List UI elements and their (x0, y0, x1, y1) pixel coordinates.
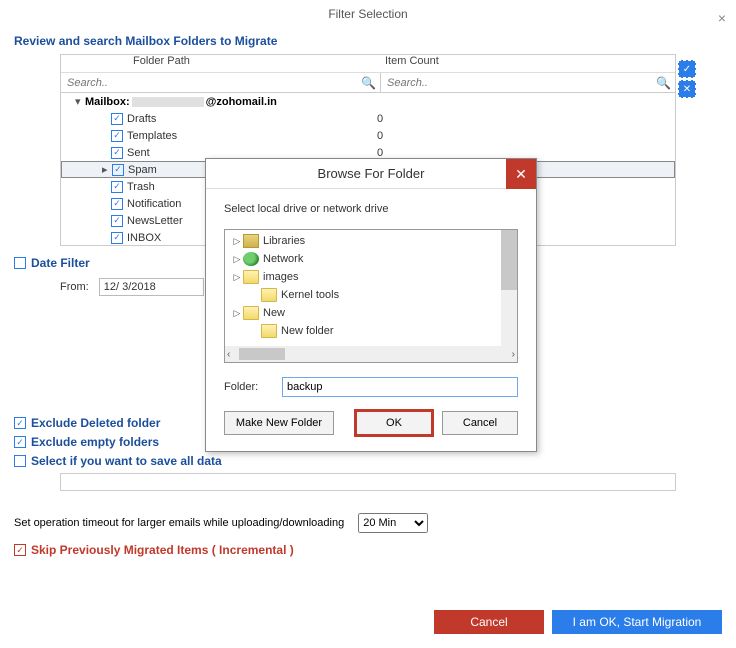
fld-icon (261, 324, 277, 338)
tree-node[interactable]: ▷ images (229, 268, 517, 286)
mailbox-root-row[interactable]: ▾ Mailbox: @zohomail.in (61, 93, 675, 110)
search-path-input[interactable] (65, 76, 361, 90)
window-titlebar: Filter Selection × (0, 0, 736, 28)
save-path-input[interactable] (60, 473, 676, 491)
timeout-label: Set operation timeout for larger emails … (14, 517, 344, 529)
folder-name-input[interactable] (282, 377, 518, 397)
folder-checkbox[interactable] (111, 215, 123, 227)
cancel-button[interactable]: Cancel (434, 610, 544, 634)
tree-vertical-scrollbar[interactable] (501, 230, 517, 348)
expand-icon[interactable]: ▷ (231, 254, 243, 265)
opt-save-all[interactable]: Select if you want to save all data (14, 454, 722, 468)
tree-node[interactable]: New folder (229, 322, 517, 340)
col-header-path: Folder Path (61, 55, 381, 72)
skip-row[interactable]: Skip Previously Migrated Items ( Increme… (14, 543, 722, 557)
tree-node[interactable]: Kernel tools (229, 286, 517, 304)
expand-icon[interactable]: ▷ (231, 272, 243, 283)
dialog-cancel-button[interactable]: Cancel (442, 411, 518, 435)
redacted-area (132, 97, 204, 107)
folder-count: 0 (377, 130, 383, 142)
folder-checkbox[interactable] (111, 181, 123, 193)
tree-node[interactable]: ▷ New (229, 304, 517, 322)
folder-row[interactable]: Templates0 (61, 127, 675, 144)
tree-node-label: Kernel tools (281, 289, 339, 301)
start-migration-button[interactable]: I am OK, Start Migration (552, 610, 722, 634)
deselect-all-button[interactable]: ✕ (678, 80, 696, 98)
folder-checkbox[interactable] (111, 232, 123, 244)
folder-name: Drafts (127, 113, 377, 125)
tree-node-label: Network (263, 253, 303, 265)
make-new-folder-button[interactable]: Make New Folder (224, 411, 334, 435)
select-all-button[interactable]: ✓ (678, 60, 696, 78)
mailbox-domain: @zohomail.in (206, 96, 277, 108)
fld-icon (243, 306, 259, 320)
window-title: Filter Selection (328, 7, 407, 21)
search-icon[interactable]: 🔍 (361, 76, 376, 90)
ok-button[interactable]: OK (356, 411, 432, 435)
fld-icon (261, 288, 277, 302)
dialog-close-button[interactable]: ✕ (506, 159, 536, 189)
folder-checkbox[interactable] (111, 113, 123, 125)
from-date-input[interactable]: 12/ 3/2018 (99, 278, 204, 296)
folder-checkbox[interactable] (111, 198, 123, 210)
folder-checkbox[interactable] (111, 147, 123, 159)
expand-icon[interactable]: ▷ (231, 308, 243, 319)
checkbox[interactable] (14, 544, 26, 556)
dialog-title: Browse For Folder (318, 166, 425, 181)
browse-folder-dialog: Browse For Folder ✕ Select local drive o… (205, 158, 537, 452)
folder-tree[interactable]: ▷ Libraries ▷ Network ▷ images Kernel tools ▷ Ne… (224, 229, 518, 363)
folder-count: 0 (377, 113, 383, 125)
folder-field-label: Folder: (224, 381, 282, 393)
section-header: Review and search Mailbox Folders to Mig… (0, 28, 736, 54)
date-filter-label: Date Filter (31, 256, 90, 270)
checkbox[interactable] (14, 436, 26, 448)
search-icon[interactable]: 🔍 (656, 76, 671, 90)
tree-node-label: Libraries (263, 235, 305, 247)
checkbox[interactable] (14, 417, 26, 429)
fld-icon (243, 270, 259, 284)
tree-node-label: New (263, 307, 285, 319)
checkbox[interactable] (14, 455, 26, 467)
net-icon (243, 252, 259, 266)
folder-checkbox[interactable] (112, 164, 124, 176)
folder-row[interactable]: Drafts0 (61, 110, 675, 127)
timeout-select[interactable]: 20 Min (358, 513, 428, 533)
lib-icon (243, 234, 259, 248)
folder-count: 0 (377, 147, 383, 159)
tree-node[interactable]: ▷ Network (229, 250, 517, 268)
from-label: From: (60, 281, 89, 293)
dialog-instruction: Select local drive or network drive (224, 203, 518, 215)
expand-icon[interactable]: ▷ (231, 236, 243, 247)
folder-checkbox[interactable] (111, 130, 123, 142)
window-close-icon[interactable]: × (718, 4, 726, 32)
date-filter-checkbox[interactable] (14, 257, 26, 269)
col-header-count: Item Count (381, 55, 675, 72)
row-arrow-icon: ▸ (102, 163, 112, 176)
tree-node-label: images (263, 271, 298, 283)
tree-horizontal-scrollbar[interactable]: ‹› (225, 346, 517, 362)
search-count-input[interactable] (385, 76, 656, 90)
folder-name: Templates (127, 130, 377, 142)
mailbox-label: Mailbox: (85, 96, 130, 108)
folder-name: Sent (127, 147, 377, 159)
tree-node[interactable]: ▷ Libraries (229, 232, 517, 250)
tree-node-label: New folder (281, 325, 334, 337)
